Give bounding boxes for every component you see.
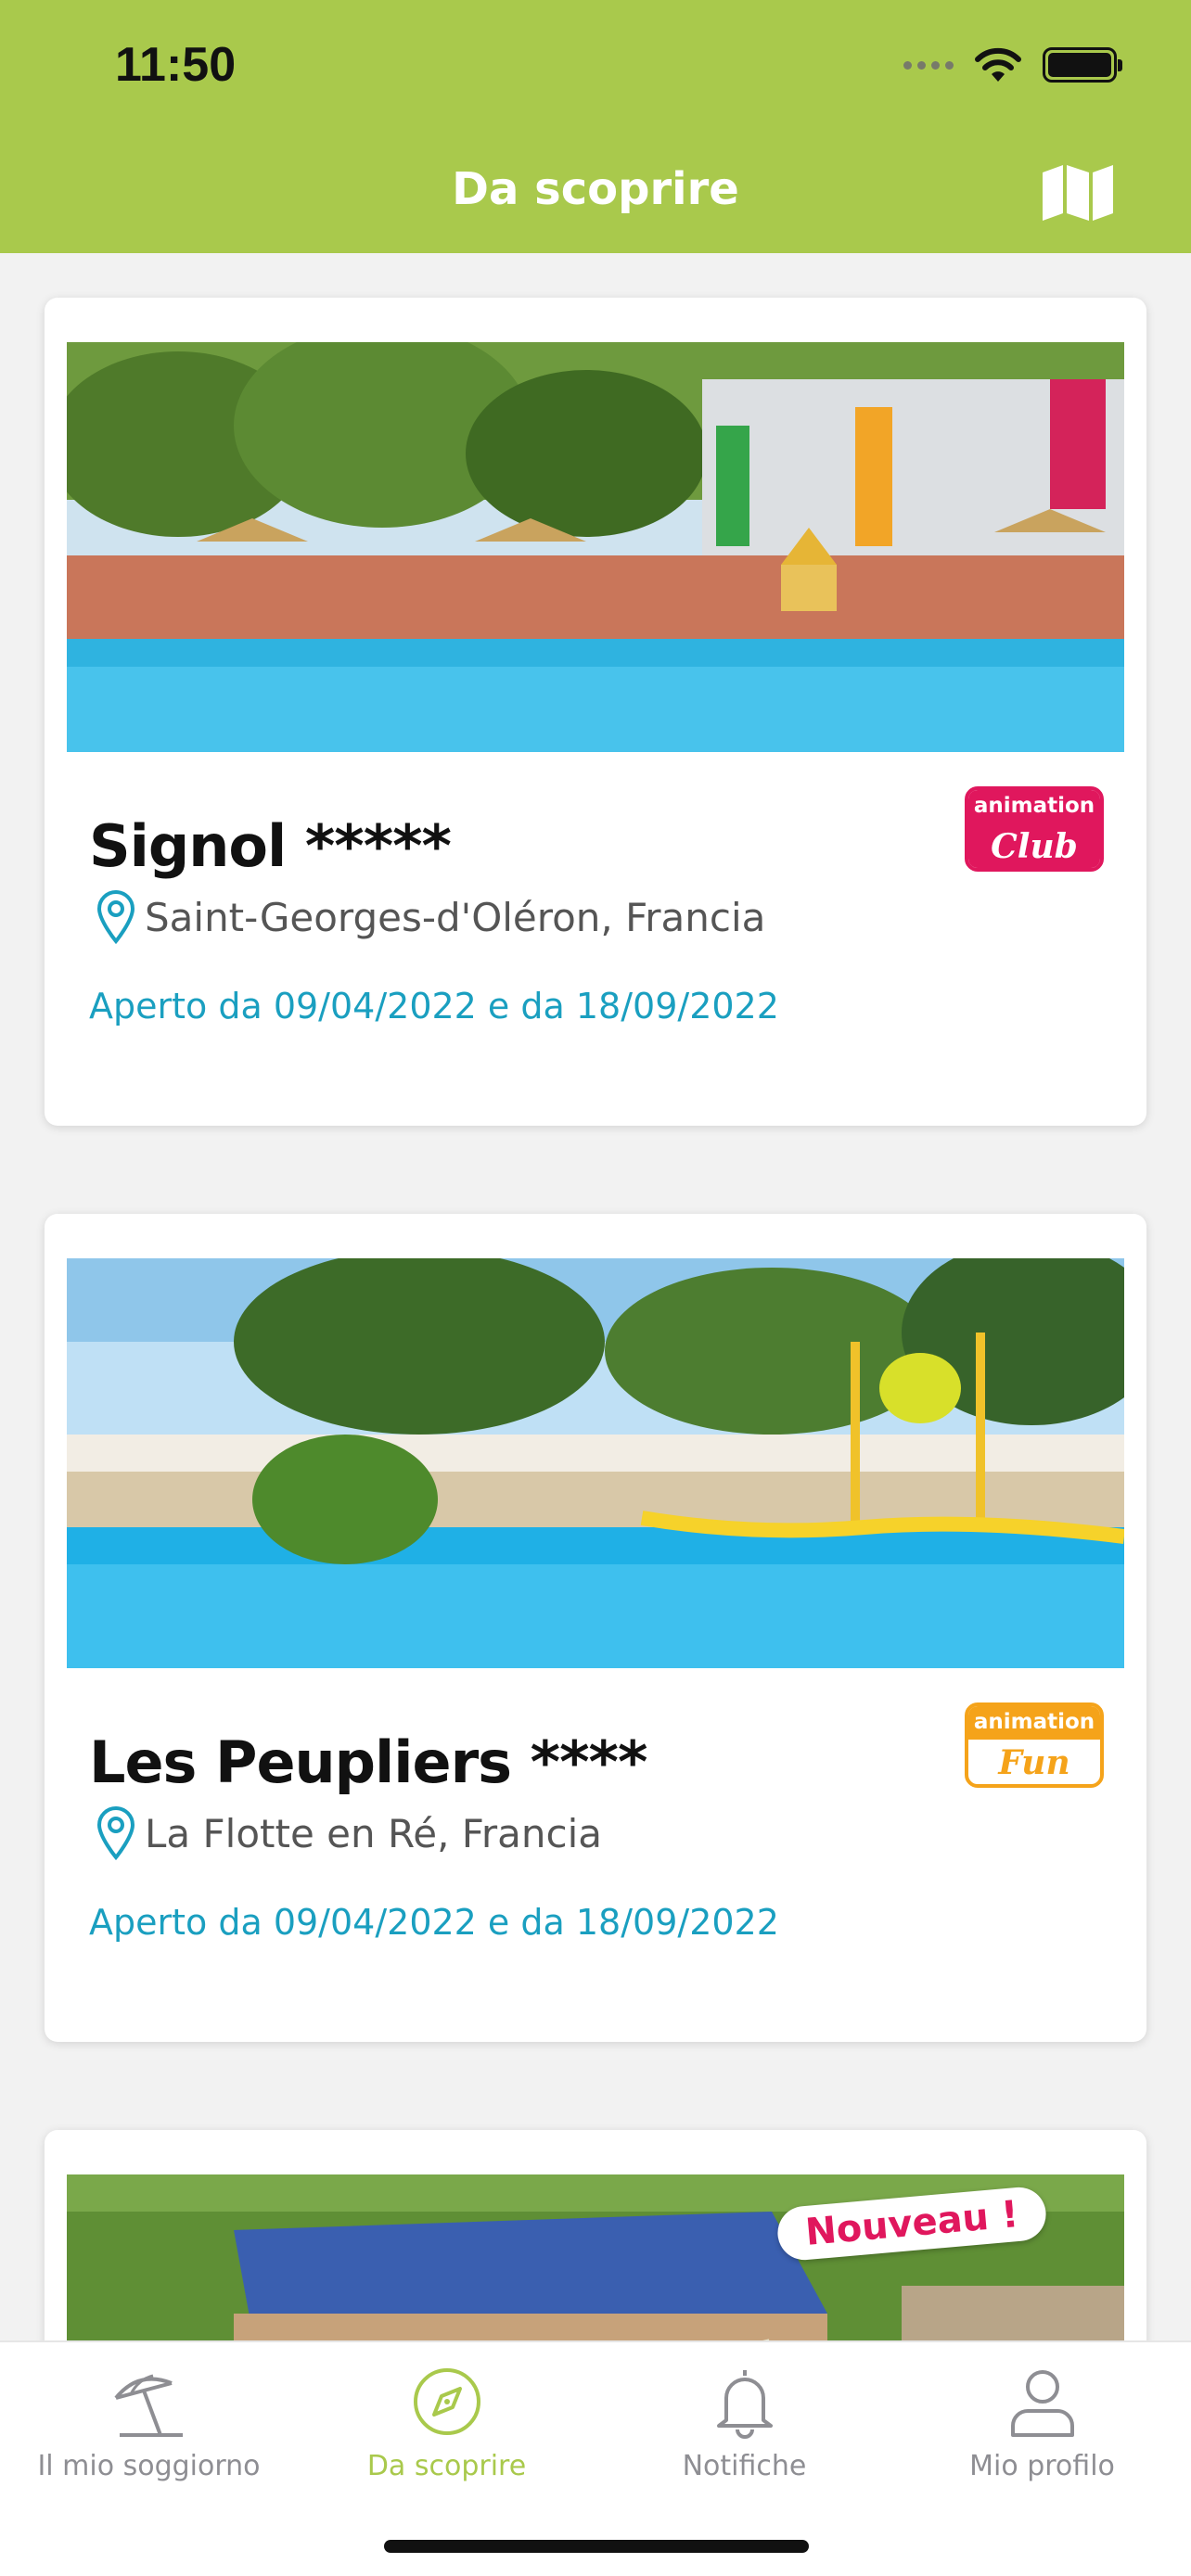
campsite-card[interactable]: Signol ***** Saint-Georges-d'Oléron, Fra…	[45, 298, 1146, 1126]
badge-title: animation	[968, 790, 1100, 823]
opening-dates: Aperto da 09/04/2022 e da 18/09/2022	[89, 1902, 779, 1943]
home-indicator[interactable]	[384, 2540, 809, 2553]
top-bar: 11:50 Da scoprire	[0, 0, 1191, 253]
battery-icon	[1043, 47, 1122, 83]
status-time: 11:50	[115, 38, 237, 92]
tab-il-mio-soggiorno[interactable]: Il mio soggiorno	[0, 2363, 298, 2482]
page-title: Da scoprire	[452, 163, 739, 215]
badge-label: Fun	[998, 1743, 1070, 1782]
badge-label: Club	[968, 823, 1100, 868]
badge-title: animation	[968, 1706, 1100, 1740]
tab-label: Mio profilo	[969, 2450, 1115, 2482]
cellular-signal-icon	[903, 60, 954, 70]
campsite-card[interactable]: Les Peupliers **** La Flotte en Ré, Fran…	[45, 1214, 1146, 2042]
campsite-location: Saint-Georges-d'Oléron, Francia	[145, 894, 766, 940]
campsite-name: Signol *****	[89, 812, 452, 880]
wifi-icon	[975, 47, 1021, 82]
campsite-photo	[67, 1258, 1124, 1668]
umbrella-icon	[113, 2374, 183, 2437]
location-row: La Flotte en Ré, Francia	[95, 1805, 602, 1861]
animation-fun-badge: animation Fun	[965, 1702, 1104, 1788]
location-row: Saint-Georges-d'Oléron, Francia	[95, 889, 765, 945]
bell-icon	[716, 2370, 773, 2439]
tab-label: Il mio soggiorno	[37, 2450, 261, 2482]
compass-icon	[413, 2368, 480, 2435]
opening-dates: Aperto da 09/04/2022 e da 18/09/2022	[89, 986, 779, 1027]
tab-label: Da scoprire	[366, 2450, 527, 2482]
tab-da-scoprire[interactable]: Da scoprire	[298, 2363, 596, 2482]
map-icon[interactable]	[1041, 163, 1115, 221]
campsite-name: Les Peupliers ****	[89, 1728, 647, 1796]
campsite-location: La Flotte en Ré, Francia	[145, 1810, 603, 1856]
user-icon	[1010, 2370, 1074, 2437]
tab-mio-profilo[interactable]: Mio profilo	[893, 2363, 1191, 2482]
location-pin-icon	[96, 890, 135, 945]
campsite-photo	[67, 342, 1124, 752]
animation-club-badge: animation Club	[965, 786, 1104, 872]
status-icons	[903, 46, 1122, 83]
tab-notifiche[interactable]: Notifiche	[596, 2363, 893, 2482]
location-pin-icon	[96, 1806, 135, 1861]
tab-label: Notifiche	[682, 2450, 807, 2482]
